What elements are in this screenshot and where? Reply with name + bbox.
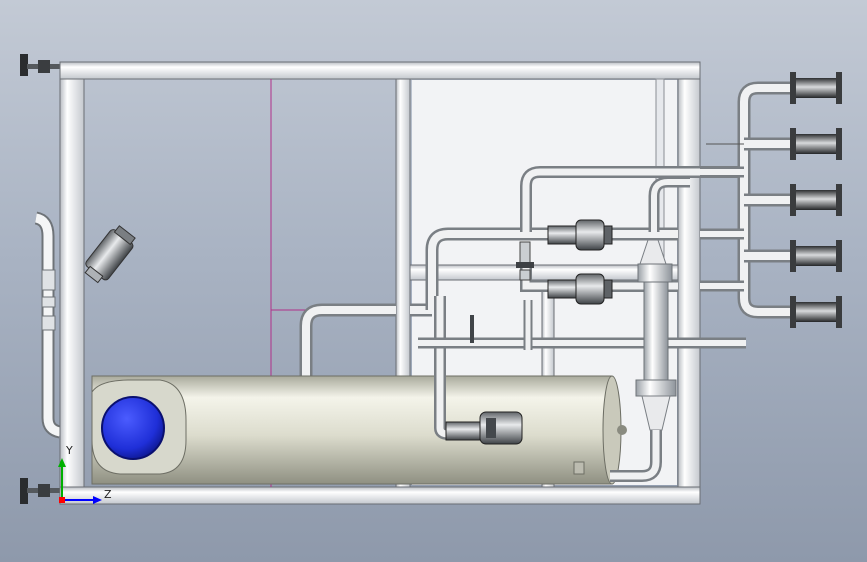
outlet-manifold	[700, 81, 790, 319]
outlet-filter-5	[790, 296, 842, 328]
pump-motor	[91, 379, 187, 475]
outlet-filter-3	[790, 184, 842, 216]
sampling-valve	[84, 225, 136, 284]
y-axis-label: Y	[65, 444, 73, 457]
machine-model[interactable]: Y Z	[0, 0, 867, 562]
outlet-filter-4	[790, 240, 842, 272]
outlet-filter-2	[790, 128, 842, 160]
left-return-pipe	[34, 211, 62, 439]
leveling-foot-bottom	[20, 478, 61, 504]
z-axis-label: Z	[104, 488, 112, 501]
leveling-foot-top	[20, 54, 61, 76]
outlet-filter-1	[790, 72, 842, 104]
x-axis-marker	[59, 497, 65, 503]
motor-end-cap	[101, 396, 165, 460]
cad-viewport[interactable]: Y Z	[0, 0, 867, 562]
